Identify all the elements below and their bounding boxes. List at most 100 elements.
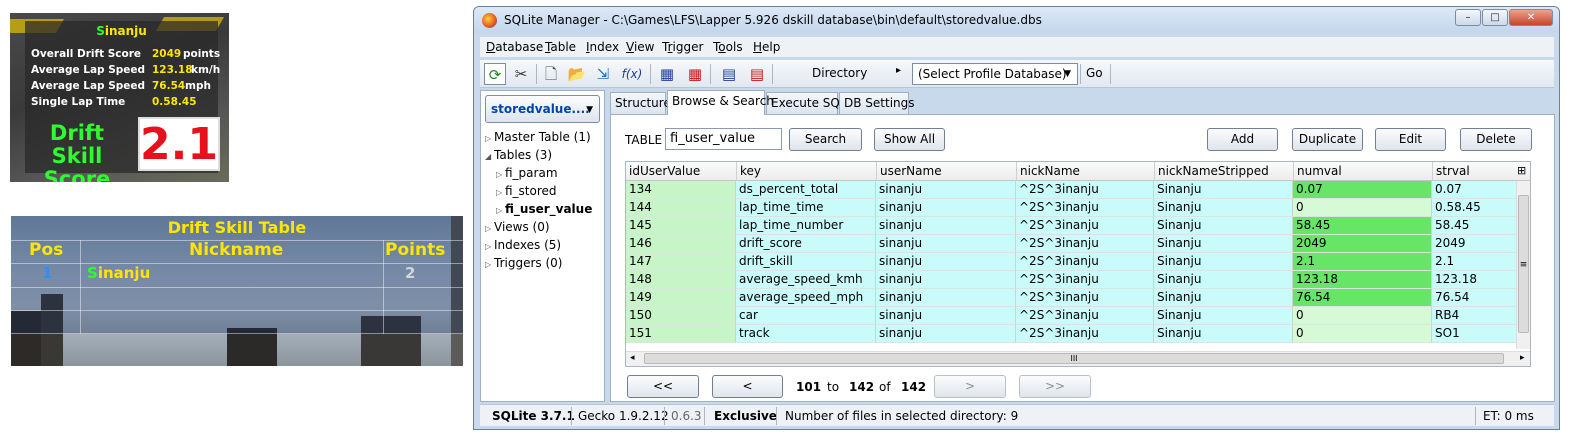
tree-item-views[interactable]: ▷ Views (0) (485, 220, 550, 234)
table-row[interactable]: 150 car sinanju ^2S^3inanju Sinanju 0 RB4 (626, 307, 1518, 325)
table-cell-numval[interactable]: 2049 (1293, 235, 1432, 253)
menu-tools[interactable]: Tools (713, 40, 743, 54)
tab-db-settings[interactable]: DB Settings (839, 92, 915, 114)
vertical-scroll-thumb[interactable]: ≡ (1518, 195, 1529, 333)
table-row[interactable]: 149 average_speed_mph sinanju ^2S^3inanju Si… (626, 289, 1518, 307)
column-header-key[interactable]: key (740, 164, 761, 178)
table-cell-username[interactable]: sinanju (876, 217, 1016, 235)
column-divider[interactable] (1154, 162, 1155, 181)
table-cell-key[interactable]: ds_percent_total (736, 181, 876, 199)
column-divider[interactable] (876, 162, 877, 181)
menu-database[interactable]: Database (486, 40, 543, 54)
duplicate-button[interactable]: Duplicate (1292, 128, 1363, 151)
table-row[interactable]: 145 lap_time_number sinanju ^2S^3inanju Sina… (626, 217, 1518, 235)
table-cell-nicknamestripped[interactable]: Sinanju (1154, 289, 1293, 307)
horizontal-scrollbar[interactable]: ◂ III ▸ (626, 351, 1530, 366)
directory-arrow-icon[interactable]: ▸ (896, 65, 901, 76)
table-cell-nickname[interactable]: ^2S^3inanju (1016, 271, 1154, 289)
table-cell-username[interactable]: sinanju (876, 199, 1016, 217)
table-cell-nickname[interactable]: ^2S^3inanju (1016, 253, 1154, 271)
table-cell-iduservalue[interactable]: 144 (626, 199, 736, 217)
previous-page-button[interactable]: < (712, 375, 783, 398)
table-cell-numval[interactable]: 0 (1293, 199, 1432, 217)
create-index-icon[interactable]: ▤ (718, 63, 740, 85)
tree-item-tables[interactable]: ◢ Tables (3) (485, 148, 552, 162)
table-cell-key[interactable]: drift_skill (736, 253, 876, 271)
table-row[interactable]: 144 lap_time_time sinanju ^2S^3inanju Sinanj… (626, 199, 1518, 217)
table-cell-nicknamestripped[interactable]: Sinanju (1154, 307, 1293, 325)
table-row[interactable]: 146 drift_score sinanju ^2S^3inanju Sinanju 2… (626, 235, 1518, 253)
table-cell-nickname[interactable]: ^2S^3inanju (1016, 217, 1154, 235)
table-cell-numval[interactable]: 0 (1293, 307, 1432, 325)
table-cell-nickname[interactable]: ^2S^3inanju (1016, 181, 1154, 199)
drop-table-icon[interactable]: ▦ (684, 63, 706, 85)
table-cell-iduservalue[interactable]: 145 (626, 217, 736, 235)
table-cell-numval[interactable]: 123.18 (1293, 271, 1432, 289)
menu-trigger[interactable]: Trigger (662, 40, 703, 54)
table-cell-nickname[interactable]: ^2S^3inanju (1016, 235, 1154, 253)
table-cell-iduservalue[interactable]: 150 (626, 307, 736, 325)
column-header-numval[interactable]: numval (1297, 164, 1342, 178)
table-cell-key[interactable]: lap_time_number (736, 217, 876, 235)
tab-execute-sql[interactable]: Execute SQL (766, 92, 847, 114)
tools-icon[interactable]: ✂ (510, 63, 532, 85)
table-cell-key[interactable]: average_speed_mph (736, 289, 876, 307)
table-cell-key[interactable]: track (736, 325, 876, 343)
drop-index-icon[interactable]: ▤ (746, 63, 768, 85)
tree-item-indexes[interactable]: ▷ Indexes (5) (485, 238, 561, 252)
column-header-nicknamestripped[interactable]: nickNameStripped (1158, 164, 1269, 178)
table-name-field[interactable]: fi_user_value (665, 128, 782, 150)
tree-item-fi-param[interactable]: ▷ fi_param (496, 166, 558, 180)
table-cell-strval[interactable]: 2.1 (1432, 253, 1518, 271)
tree-item-triggers[interactable]: ▷ Triggers (0) (485, 256, 562, 270)
table-cell-numval[interactable]: 58.45 (1293, 217, 1432, 235)
table-cell-nicknamestripped[interactable]: Sinanju (1154, 253, 1293, 271)
scroll-right-icon[interactable]: ▸ (1520, 353, 1525, 363)
table-cell-strval[interactable]: SO1 (1432, 325, 1518, 343)
table-cell-strval[interactable]: 0.58.45 (1432, 199, 1518, 217)
open-database-icon[interactable]: 📂 (566, 63, 588, 85)
maximize-button[interactable]: □ (1482, 9, 1508, 26)
create-table-icon[interactable]: ▦ (656, 63, 678, 85)
table-cell-strval[interactable]: RB4 (1432, 307, 1518, 325)
table-cell-username[interactable]: sinanju (876, 253, 1016, 271)
table-cell-iduservalue[interactable]: 148 (626, 271, 736, 289)
table-cell-nickname[interactable]: ^2S^3inanju (1016, 199, 1154, 217)
table-cell-nickname[interactable]: ^2S^3inanju (1016, 289, 1154, 307)
table-cell-numval[interactable]: 0.07 (1293, 181, 1432, 199)
next-page-button[interactable]: > (934, 375, 1006, 398)
table-cell-key[interactable]: average_speed_kmh (736, 271, 876, 289)
table-row[interactable]: 134 ds_percent_total sinanju ^2S^3inanju Sin… (626, 181, 1518, 199)
attach-database-icon[interactable]: ⇲ (592, 63, 614, 85)
search-button[interactable]: Search (789, 128, 862, 151)
column-divider[interactable] (736, 162, 737, 181)
first-page-button[interactable]: << (627, 375, 699, 398)
table-cell-iduservalue[interactable]: 149 (626, 289, 736, 307)
tree-item-fi-user-value[interactable]: ▷ fi_user_value (496, 202, 592, 216)
vertical-scrollbar[interactable]: ≡ (1516, 181, 1530, 349)
column-divider[interactable] (1432, 162, 1433, 181)
column-header-strval[interactable]: strval (1436, 164, 1470, 178)
table-cell-nicknamestripped[interactable]: Sinanju (1154, 217, 1293, 235)
table-cell-key[interactable]: lap_time_time (736, 199, 876, 217)
menu-view[interactable]: View (626, 40, 654, 54)
delete-button[interactable]: Delete (1460, 128, 1532, 151)
column-divider[interactable] (1016, 162, 1017, 181)
table-cell-numval[interactable]: 0 (1293, 325, 1432, 343)
column-picker-icon[interactable]: ⊞ (1517, 164, 1526, 177)
profile-database-select[interactable]: (Select Profile Database) ▼ (912, 63, 1078, 85)
table-cell-strval[interactable]: 58.45 (1432, 217, 1518, 235)
table-cell-iduservalue[interactable]: 134 (626, 181, 736, 199)
add-button[interactable]: Add (1207, 128, 1278, 151)
database-select[interactable]: storedvalue.... ▼ (485, 95, 600, 123)
table-cell-iduservalue[interactable]: 147 (626, 253, 736, 271)
column-divider[interactable] (1293, 162, 1294, 181)
refresh-icon[interactable]: ⟳ (484, 63, 506, 85)
horizontal-scroll-thumb[interactable]: III (644, 353, 1504, 364)
menu-index[interactable]: Index (586, 40, 619, 54)
menu-table[interactable]: Table (545, 40, 576, 54)
table-cell-username[interactable]: sinanju (876, 181, 1016, 199)
close-button[interactable]: ✕ (1509, 9, 1553, 26)
menu-help[interactable]: Help (753, 40, 780, 54)
table-cell-iduservalue[interactable]: 146 (626, 235, 736, 253)
